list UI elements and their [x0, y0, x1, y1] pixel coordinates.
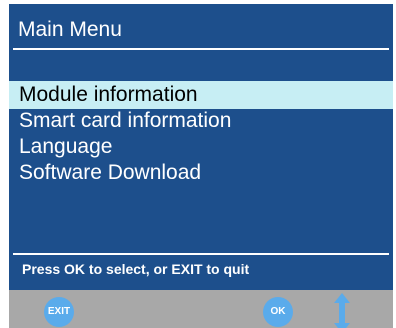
instruction-hint: Press OK to select, or EXIT to quit — [22, 261, 250, 277]
exit-button[interactable]: EXIT — [44, 297, 74, 327]
ok-button[interactable]: OK — [263, 297, 293, 327]
menu-item-module-information[interactable]: Module information — [9, 81, 393, 109]
page-title: Main Menu — [18, 18, 122, 41]
title-divider — [13, 48, 389, 50]
key-bar: EXIT OK — [9, 290, 393, 328]
menu-item-smart-card-information[interactable]: Smart card information — [9, 107, 393, 135]
up-down-arrow-icon[interactable] — [331, 293, 353, 328]
menu-item-software-download[interactable]: Software Download — [9, 159, 393, 187]
footer-divider — [13, 253, 389, 255]
main-menu-list: Module information Smart card informatio… — [9, 81, 393, 185]
menu-item-language[interactable]: Language — [9, 133, 393, 161]
main-menu-screen: Main Menu Module information Smart card … — [9, 4, 393, 328]
